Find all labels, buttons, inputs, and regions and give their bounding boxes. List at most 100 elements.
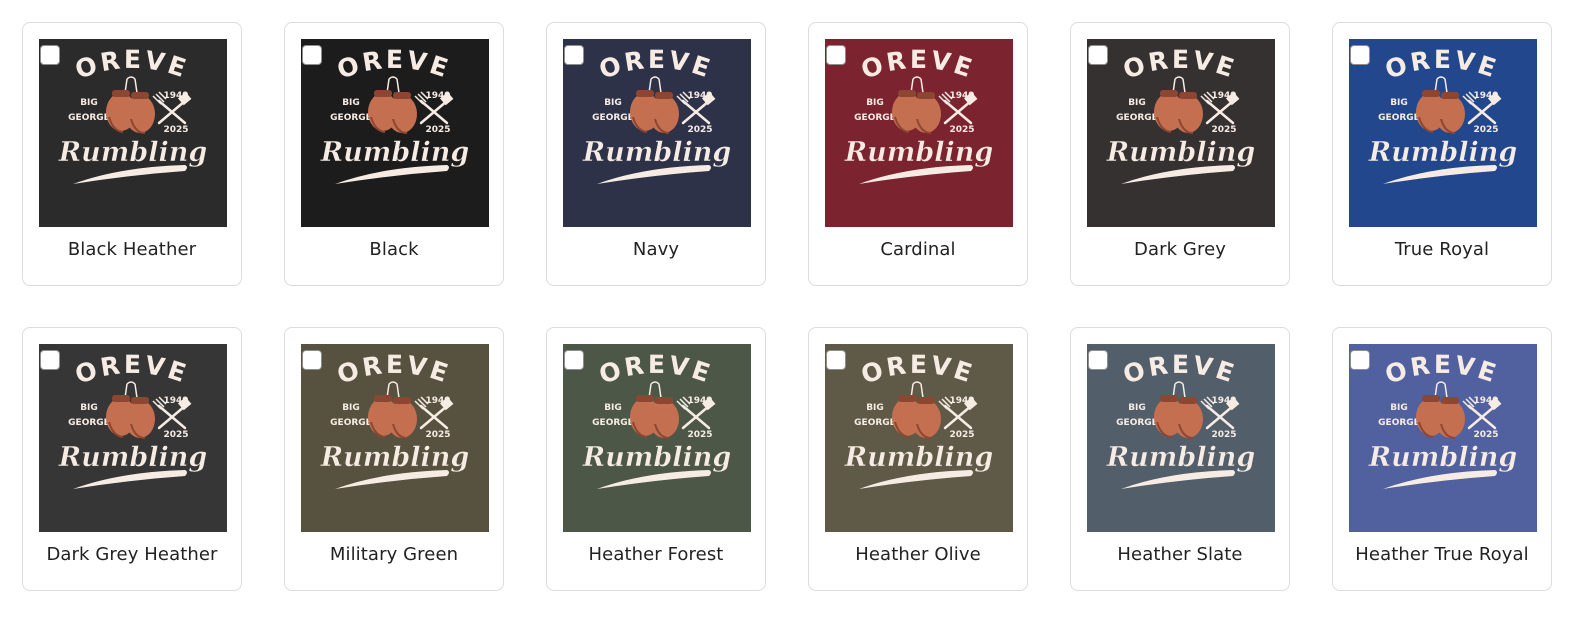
glove-cuff — [1179, 397, 1197, 404]
select-checkbox[interactable] — [40, 350, 60, 370]
color-name-label: Heather Olive — [855, 544, 981, 565]
shirt-preview-image: FOREVERBIGGEORGE19492025Rumbling — [301, 39, 489, 227]
color-option-true-royal[interactable]: FOREVERBIGGEORGE19492025Rumbling True Roy… — [1332, 22, 1552, 286]
glove-cuff — [655, 92, 673, 99]
shirt-preview-image: FOREVERBIGGEORGE19492025Rumbling — [825, 39, 1013, 227]
design-left-line2: GEORGE — [68, 113, 110, 123]
boxing-glove-right-icon — [1435, 95, 1465, 133]
glove-cuff — [393, 397, 411, 404]
boxing-glove-right-icon — [911, 400, 941, 438]
select-checkbox[interactable] — [1350, 45, 1370, 65]
design-year-bottom: 2025 — [1211, 430, 1236, 440]
design-script-text: Rumbling — [58, 137, 208, 168]
design-left-line2: GEORGE — [854, 418, 896, 428]
color-option-military-green[interactable]: FOREVERBIGGEORGE19492025RumblingMilitary… — [284, 327, 504, 591]
color-option-heather-forest[interactable]: FOREVERBIGGEORGE19492025RumblingHeather … — [546, 327, 766, 591]
design-left-line1: BIG — [1128, 403, 1146, 413]
select-checkbox[interactable] — [1088, 350, 1108, 370]
design-left-line2: GEORGE — [592, 113, 634, 123]
color-name-label: Military Green — [329, 544, 459, 565]
glove-cuff — [131, 92, 149, 99]
design-left-line2: GEORGE — [330, 113, 372, 123]
boxing-glove-right-icon — [1173, 400, 1203, 438]
shirt-design-graphic: FOREVERBIGGEORGE19492025Rumbling — [301, 39, 489, 227]
color-name-label: Heather Slate — [1117, 544, 1243, 565]
shirt-design-graphic: FOREVERBIGGEORGE19492025Rumbling — [1349, 344, 1537, 532]
select-checkbox[interactable] — [302, 45, 322, 65]
glove-cuff — [393, 92, 411, 99]
shirt-design-graphic: FOREVERBIGGEORGE19492025Rumbling — [301, 344, 489, 532]
glove-cuff — [898, 90, 916, 97]
shirt-preview-image: FOREVERBIGGEORGE19492025Rumbling — [1349, 344, 1537, 532]
shirt-preview-image: FOREVERBIGGEORGE19492025Rumbling — [563, 344, 751, 532]
boxing-glove-right-icon — [911, 95, 941, 133]
design-script-text: Rumbling — [320, 137, 470, 168]
shirt-design-graphic: FOREVERBIGGEORGE19492025Rumbling — [1087, 344, 1275, 532]
color-name-label: Black — [369, 239, 419, 260]
design-year-bottom: 2025 — [163, 125, 188, 135]
color-option-heather-olive[interactable]: FOREVERBIGGEORGE19492025RumblingHeather … — [808, 327, 1028, 591]
select-checkbox[interactable] — [302, 350, 322, 370]
shirt-design-graphic: FOREVERBIGGEORGE19492025Rumbling — [39, 39, 227, 227]
select-checkbox[interactable] — [1350, 350, 1370, 370]
boxing-glove-right-icon — [125, 95, 155, 133]
glove-cuff — [1422, 395, 1440, 402]
glove-cuff — [636, 90, 654, 97]
glove-cuff — [112, 90, 130, 97]
shirt-design-graphic: FOREVERBIGGEORGE19492025Rumbling — [1349, 39, 1537, 227]
design-left-line1: BIG — [342, 98, 360, 108]
color-name-label: Black Heather — [67, 239, 197, 260]
glove-cuff — [917, 92, 935, 99]
color-name-label: Cardinal — [880, 239, 956, 260]
design-script-text: Rumbling — [1368, 137, 1518, 168]
design-year-bottom: 2025 — [687, 125, 712, 135]
design-script-text: Rumbling — [58, 442, 208, 473]
color-name-label: Heather True Royal — [1355, 544, 1529, 565]
select-checkbox[interactable] — [826, 45, 846, 65]
color-swatch-grid: FOREVERBIGGEORGE19492025Rumbling Black He… — [0, 0, 1588, 618]
boxing-glove-right-icon — [387, 400, 417, 438]
glove-cuff — [917, 397, 935, 404]
select-checkbox[interactable] — [40, 45, 60, 65]
select-checkbox[interactable] — [564, 45, 584, 65]
color-option-heather-slate[interactable]: FOREVERBIGGEORGE19492025Rumbling Heather … — [1070, 327, 1290, 591]
shirt-design-graphic: FOREVERBIGGEORGE19492025Rumbling — [39, 344, 227, 532]
boxing-glove-right-icon — [1435, 400, 1465, 438]
glove-cuff — [1160, 90, 1178, 97]
design-left-line1: BIG — [80, 98, 98, 108]
color-option-black-heather[interactable]: FOREVERBIGGEORGE19492025RumblingBlack He… — [22, 22, 242, 286]
color-name-label: Navy — [632, 239, 680, 260]
glove-cuff — [131, 397, 149, 404]
color-option-dark-grey-heather[interactable]: FOREVERBIGGEORGE19492025RumblingDark Gre… — [22, 327, 242, 591]
design-year-bottom: 2025 — [425, 430, 450, 440]
shirt-preview-image: FOREVERBIGGEORGE19492025Rumbling — [1087, 39, 1275, 227]
color-option-navy[interactable]: FOREVERBIGGEORGE19492025Rumbling Navy — [546, 22, 766, 286]
color-option-heather-true-royal[interactable]: FOREVERBIGGEORGE19492025Rumbling Heather … — [1332, 327, 1552, 591]
design-left-line2: GEORGE — [1116, 113, 1158, 123]
design-left-line1: BIG — [866, 403, 884, 413]
design-left-line1: BIG — [342, 403, 360, 413]
select-checkbox[interactable] — [826, 350, 846, 370]
glove-cuff — [1422, 90, 1440, 97]
shirt-design-graphic: FOREVERBIGGEORGE19492025Rumbling — [563, 39, 751, 227]
glove-cuff — [1441, 92, 1459, 99]
shirt-preview-image: FOREVERBIGGEORGE19492025Rumbling — [301, 344, 489, 532]
design-left-line1: BIG — [80, 403, 98, 413]
color-option-black[interactable]: FOREVERBIGGEORGE19492025RumblingBlack — [284, 22, 504, 286]
select-checkbox[interactable] — [1088, 45, 1108, 65]
design-year-bottom: 2025 — [425, 125, 450, 135]
design-script-text: Rumbling — [844, 137, 994, 168]
color-option-dark-grey[interactable]: FOREVERBIGGEORGE19492025RumblingDark Gre… — [1070, 22, 1290, 286]
color-name-label: True Royal — [1394, 239, 1490, 260]
design-script-text: Rumbling — [320, 442, 470, 473]
color-option-cardinal[interactable]: FOREVERBIGGEORGE19492025Rumbling Cardinal — [808, 22, 1028, 286]
glove-cuff — [1179, 92, 1197, 99]
design-left-line2: GEORGE — [592, 418, 634, 428]
select-checkbox[interactable] — [564, 350, 584, 370]
design-left-line2: GEORGE — [68, 418, 110, 428]
design-script-text: Rumbling — [1368, 442, 1518, 473]
shirt-preview-image: FOREVERBIGGEORGE19492025Rumbling — [39, 344, 227, 532]
glove-cuff — [374, 395, 392, 402]
boxing-glove-right-icon — [1173, 95, 1203, 133]
glove-cuff — [1160, 395, 1178, 402]
